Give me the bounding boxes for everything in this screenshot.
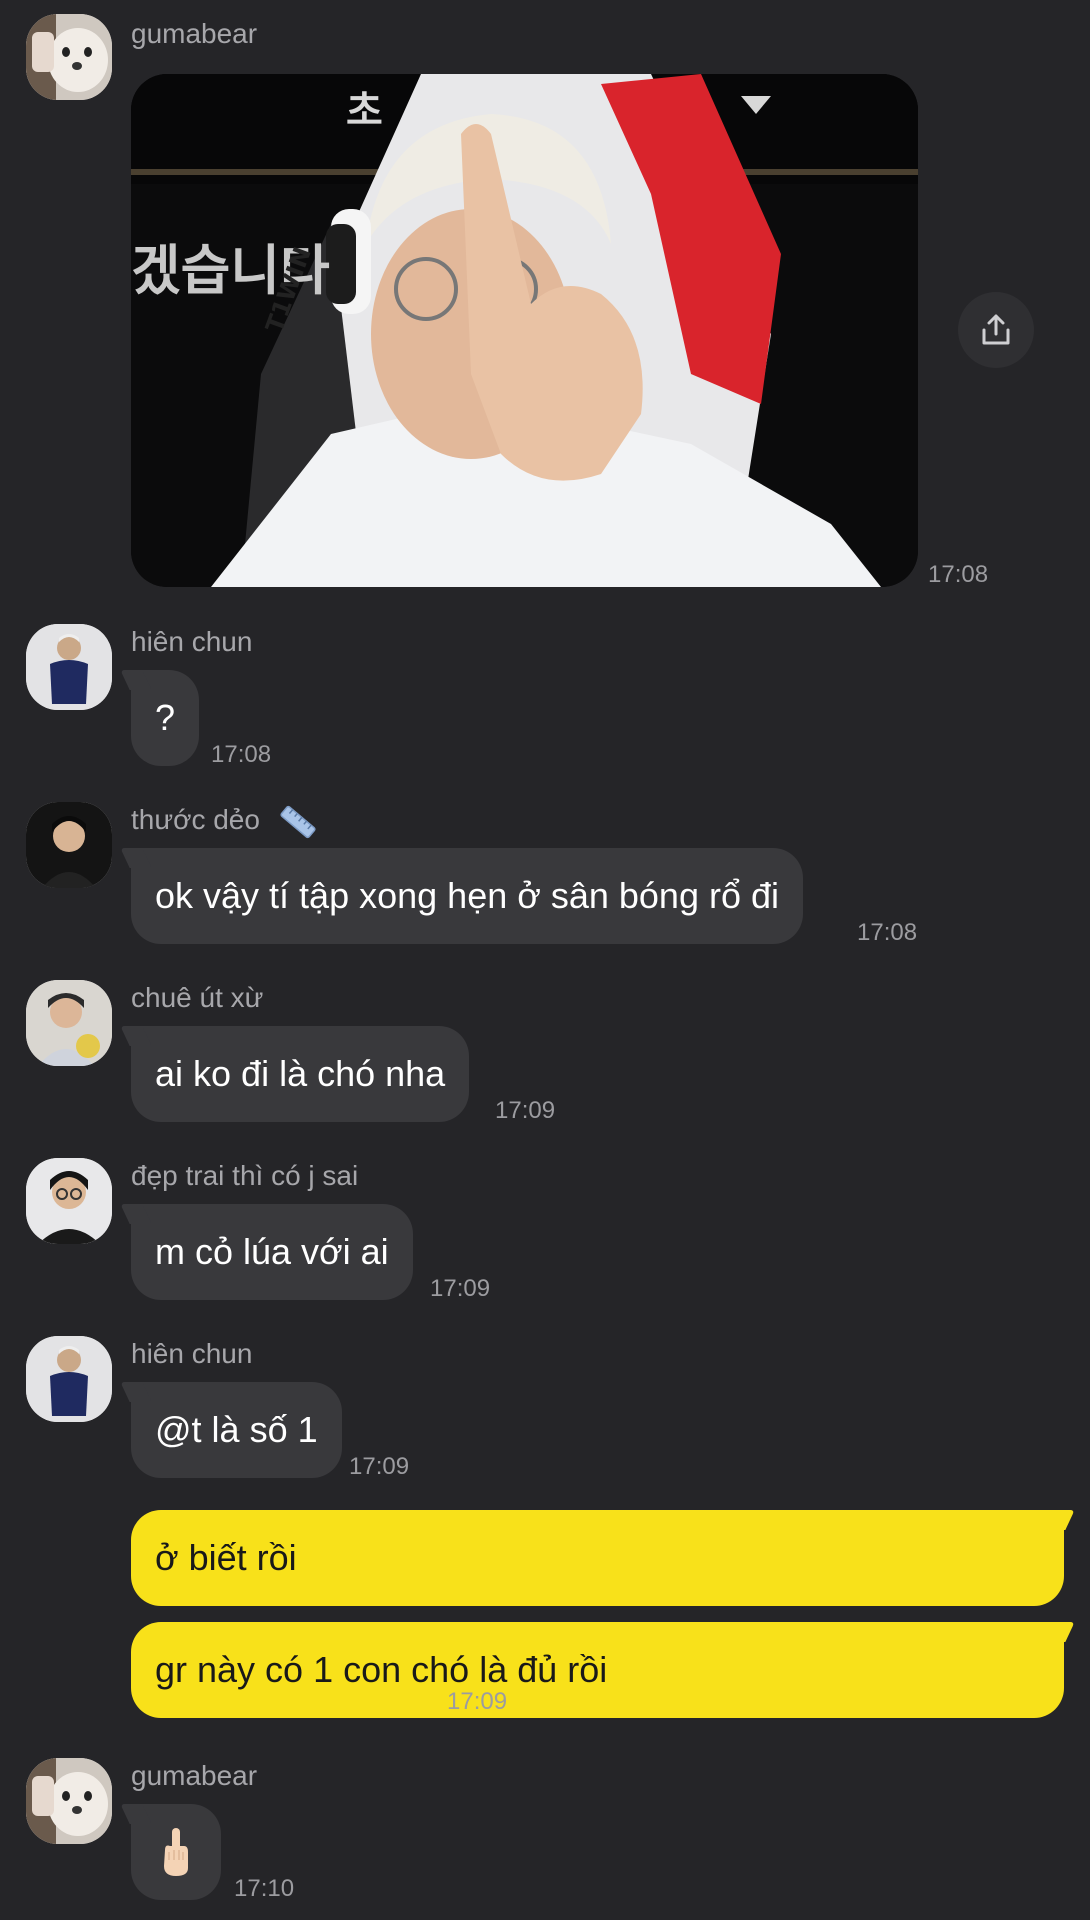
sender-name-text: thước dẻo	[131, 804, 260, 835]
sender-name: gumabear	[131, 18, 258, 49]
avatar-chue-ut-xu[interactable]	[26, 980, 112, 1066]
avatar-hien-chun[interactable]	[26, 1336, 112, 1422]
person-avatar-icon	[26, 624, 112, 710]
sender-name: hiên chun	[131, 1338, 253, 1369]
chat-room: gumabear 겠습니다 초 T1WIN 17:08 hiên chun ? …	[0, 0, 1090, 1920]
shared-photo[interactable]: 겠습니다 초 T1WIN	[131, 74, 918, 587]
timestamp: 17:08	[857, 919, 918, 946]
sender-name: thước dẻo	[131, 804, 318, 839]
avatar-gumabear[interactable]	[26, 1758, 112, 1844]
avatar-dep-trai[interactable]	[26, 1158, 112, 1244]
timestamp: 17:10	[234, 1875, 295, 1902]
outgoing-message-bubble[interactable]: gr này có 1 con chó là đủ rồi	[131, 1622, 1064, 1718]
sender-name: hiên chun	[131, 626, 253, 657]
timestamp: 17:09	[495, 1097, 556, 1124]
emoji-message-bubble[interactable]	[131, 1804, 221, 1900]
ruler-icon	[280, 805, 316, 838]
person-avatar-icon	[26, 1336, 112, 1422]
message-bubble[interactable]: ok vậy tí tập xong hẹn ở sân bóng rổ đi	[131, 848, 804, 944]
sender-name: gumabear	[131, 1760, 258, 1791]
avatar-gumabear[interactable]	[26, 14, 112, 100]
timestamp: 17:09	[430, 1275, 491, 1302]
dog-avatar-icon	[26, 1758, 112, 1844]
message-bubble[interactable]: @t là số 1	[131, 1382, 342, 1478]
avatar-hien-chun[interactable]	[26, 624, 112, 710]
person-avatar-icon	[26, 802, 112, 888]
person-avatar-icon	[26, 980, 112, 1066]
timestamp: 17:08	[211, 741, 272, 768]
middle-finger-emoji-icon	[164, 1828, 188, 1876]
overlay-text-top: 초	[346, 88, 383, 134]
message-bubble[interactable]: ai ko đi là chó nha	[131, 1026, 470, 1122]
sender-name: đẹp trai thì có j sai	[131, 1160, 359, 1191]
message-bubble[interactable]: m cỏ lúa với ai	[131, 1204, 413, 1300]
avatar-thuoc-deo[interactable]	[26, 802, 112, 888]
message-bubble[interactable]: ?	[131, 670, 199, 766]
person-avatar-icon	[26, 1158, 112, 1244]
photo-image: 겠습니다 초 T1WIN	[131, 74, 918, 587]
timestamp: 17:08	[928, 561, 989, 588]
share-icon	[982, 314, 1010, 345]
share-button[interactable]	[958, 292, 1034, 368]
timestamp: 17:09	[447, 1688, 508, 1715]
sender-name: chuê út xừ	[131, 982, 264, 1013]
dog-avatar-icon	[26, 14, 112, 100]
outgoing-message-bubble[interactable]: ở biết rồi	[131, 1510, 1064, 1606]
timestamp: 17:09	[349, 1453, 410, 1480]
